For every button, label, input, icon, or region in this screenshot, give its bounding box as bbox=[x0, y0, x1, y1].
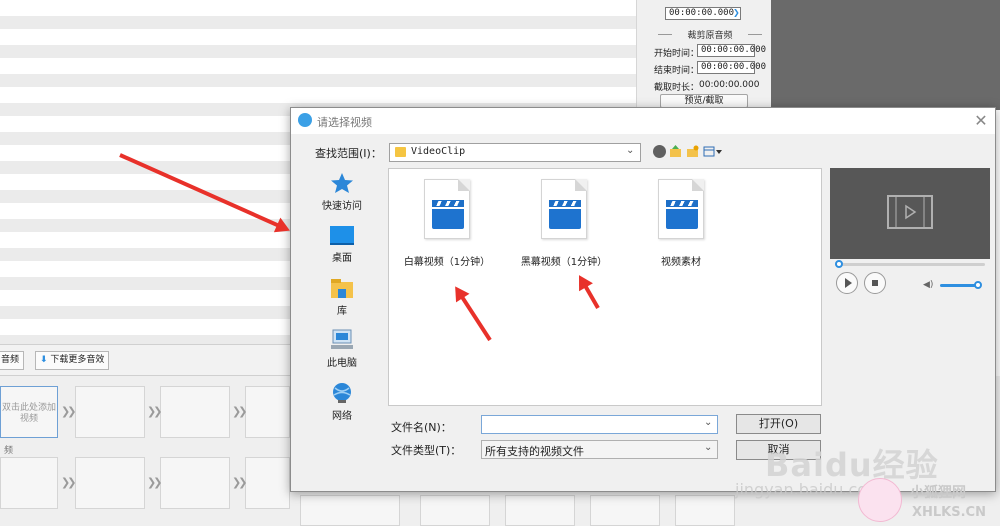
duration-label: 截取时长： bbox=[654, 83, 700, 93]
end-time-label: 结束时间： bbox=[654, 66, 700, 76]
download-icon: ⬇ bbox=[40, 355, 48, 365]
new-folder-icon[interactable] bbox=[686, 145, 699, 158]
file-item[interactable]: 黑幕视频（1分钟） bbox=[509, 179, 619, 268]
video-preview bbox=[830, 168, 990, 259]
add-video-slot[interactable]: 双击此处添加视频 bbox=[0, 386, 58, 438]
track-label: 频 bbox=[4, 446, 14, 456]
position-time-field[interactable]: 00:00:00.000 bbox=[665, 7, 741, 20]
dialog-title: 请选择视频 bbox=[317, 116, 372, 129]
preview-trim-button[interactable]: 预览/截取 bbox=[660, 94, 748, 108]
chevron-right-icon[interactable]: ❯ bbox=[733, 8, 740, 17]
file-name: 视频素材 bbox=[661, 257, 701, 268]
chevron-down-icon: ⌄ bbox=[626, 145, 635, 156]
end-time-value: 00:00:00.000 bbox=[701, 62, 767, 72]
timeline-slot[interactable] bbox=[0, 457, 58, 509]
chevron-down-icon: ⌄ bbox=[704, 442, 713, 453]
timeline-slot[interactable] bbox=[160, 386, 230, 438]
download-button-label: 下载更多音效 bbox=[50, 355, 105, 365]
filetype-value: 所有支持的视频文件 bbox=[485, 445, 584, 458]
timeline-slot[interactable] bbox=[590, 495, 660, 526]
site-url-watermark: XHLKS.CN bbox=[912, 505, 986, 520]
timeline-slot[interactable] bbox=[245, 457, 290, 509]
start-time-label: 开始时间： bbox=[654, 49, 700, 59]
video-file-icon bbox=[424, 179, 470, 239]
places-bar: 快速访问 桌面 库 此电脑 网络 bbox=[303, 166, 381, 433]
timeline-slot[interactable] bbox=[75, 386, 145, 438]
place-this-pc[interactable]: 此电脑 bbox=[303, 329, 381, 369]
place-label: 桌面 bbox=[332, 253, 352, 264]
video-file-icon bbox=[658, 179, 704, 239]
file-name: 白幕视频（1分钟） bbox=[403, 257, 491, 268]
fox-logo bbox=[858, 478, 902, 522]
timeline-slot[interactable] bbox=[245, 386, 290, 438]
start-time-value: 00:00:00.000 bbox=[701, 45, 767, 55]
volume-icon[interactable]: ◀) bbox=[923, 280, 933, 290]
preview-backdrop bbox=[771, 0, 1000, 110]
place-quick-access[interactable]: 快速访问 bbox=[303, 172, 381, 212]
volume-handle[interactable] bbox=[974, 281, 982, 289]
chevron-right-icon: ❯❯ bbox=[232, 405, 248, 418]
trim-section-title: 裁剪原音频 bbox=[658, 28, 762, 41]
library-icon bbox=[329, 277, 355, 299]
open-button[interactable]: 打开(O) bbox=[736, 414, 821, 434]
audio-button[interactable]: 音频 bbox=[0, 351, 25, 370]
video-file-icon bbox=[541, 179, 587, 239]
place-label: 网络 bbox=[332, 411, 352, 422]
end-time-field[interactable]: 00:00:00.000 bbox=[697, 61, 766, 74]
position-time-value: 00:00:00.000 bbox=[669, 8, 735, 18]
timeline-slot[interactable] bbox=[675, 495, 735, 526]
back-icon[interactable] bbox=[653, 145, 666, 158]
duration-value: 00:00:00.000 bbox=[699, 80, 760, 90]
file-item[interactable]: 白幕视频（1分钟） bbox=[392, 179, 502, 268]
lookin-label: 查找范围(I)： bbox=[315, 147, 382, 160]
place-desktop[interactable]: 桌面 bbox=[303, 224, 381, 264]
file-item[interactable]: 视频素材 bbox=[626, 179, 736, 268]
network-icon bbox=[329, 382, 355, 404]
computer-icon bbox=[329, 329, 355, 351]
folder-icon bbox=[395, 147, 406, 157]
place-label: 快速访问 bbox=[322, 201, 362, 212]
chevron-right-icon: ❯❯ bbox=[61, 476, 77, 489]
start-time-field[interactable]: 00:00:00.000 bbox=[697, 44, 766, 57]
filename-label: 文件名(N)： bbox=[391, 421, 452, 434]
star-icon bbox=[329, 172, 355, 194]
chevron-right-icon: ❯❯ bbox=[61, 405, 77, 418]
filetype-label: 文件类型(T)： bbox=[391, 444, 462, 457]
close-icon: ✕ bbox=[974, 111, 988, 130]
close-button[interactable]: ✕ bbox=[971, 111, 991, 131]
chevron-right-icon: ❯❯ bbox=[147, 476, 163, 489]
app-icon bbox=[298, 113, 312, 127]
place-label: 库 bbox=[337, 306, 347, 317]
timeline-slot[interactable] bbox=[160, 457, 230, 509]
dialog-titlebar[interactable]: 请选择视频 ✕ bbox=[291, 108, 995, 134]
audio-button-label: 音频 bbox=[1, 355, 20, 365]
timeline-slot[interactable] bbox=[505, 495, 575, 526]
lookin-dropdown[interactable]: VideoClip ⌄ bbox=[389, 143, 641, 162]
filename-field[interactable]: ⌄ bbox=[481, 415, 718, 434]
playback-progress[interactable] bbox=[835, 263, 985, 266]
desktop-icon bbox=[329, 224, 355, 246]
timeline-slot[interactable] bbox=[420, 495, 490, 526]
chevron-right-icon: ❯❯ bbox=[147, 405, 163, 418]
timeline-slot[interactable] bbox=[300, 495, 400, 526]
chevron-down-icon[interactable]: ⌄ bbox=[704, 417, 712, 428]
view-menu-icon[interactable] bbox=[703, 145, 723, 158]
lookin-value: VideoClip bbox=[411, 146, 466, 157]
play-button[interactable] bbox=[836, 272, 858, 294]
chevron-right-icon: ❯❯ bbox=[232, 476, 248, 489]
place-library[interactable]: 库 bbox=[303, 277, 381, 317]
up-folder-icon[interactable] bbox=[669, 145, 682, 158]
filetype-dropdown[interactable]: 所有支持的视频文件 ⌄ bbox=[481, 440, 718, 459]
progress-handle[interactable] bbox=[835, 260, 843, 268]
download-sounds-button[interactable]: ⬇ 下载更多音效 bbox=[35, 351, 110, 370]
open-video-dialog: 请选择视频 ✕ 查找范围(I)： VideoClip ⌄ 快速访问 桌面 库 此… bbox=[290, 107, 996, 492]
file-name: 黑幕视频（1分钟） bbox=[520, 257, 608, 268]
site-watermark: 小狐狸网 bbox=[910, 485, 966, 501]
place-label: 此电脑 bbox=[327, 358, 357, 369]
timeline-slot[interactable] bbox=[75, 457, 145, 509]
stop-button[interactable] bbox=[864, 272, 886, 294]
place-network[interactable]: 网络 bbox=[303, 382, 381, 422]
bottom-toolbar: 音频 ⬇ 下载更多音效 bbox=[0, 344, 300, 376]
film-icon bbox=[887, 195, 933, 229]
